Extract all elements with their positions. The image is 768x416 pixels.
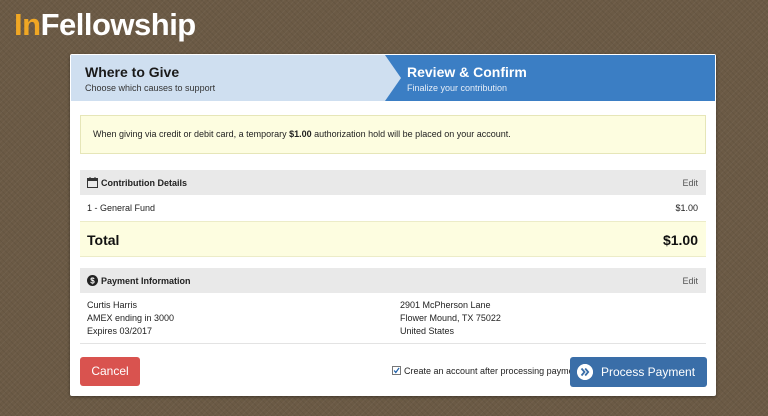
payer-details: Curtis Harris AMEX ending in 3000 Expire… <box>87 299 174 338</box>
billing-address: 2901 McPherson Lane Flower Mound, TX 750… <box>400 299 501 338</box>
total-amount: $1.00 <box>662 232 698 248</box>
total-label: Total <box>87 232 120 248</box>
payer-name: Curtis Harris <box>87 300 138 310</box>
total-row: Total $1.00 <box>80 221 706 257</box>
step-arrow <box>385 55 401 101</box>
payment-information-title: Payment Information <box>101 276 191 286</box>
contribution-details-title: Contribution Details <box>101 178 187 188</box>
fund-name: 1 - General Fund <box>87 203 156 213</box>
create-account-label[interactable]: Create an account after processing payme… <box>404 366 581 376</box>
divider <box>80 343 706 344</box>
authorization-notice: When giving via credit or debit card, a … <box>80 115 706 154</box>
address-line2: Flower Mound, TX 75022 <box>400 313 501 323</box>
edit-payment-link[interactable]: Edit <box>682 276 698 286</box>
create-account-checkbox[interactable] <box>392 366 401 375</box>
checkout-panel: Where to Give Choose which causes to sup… <box>70 54 716 396</box>
step-where-to-give-subtitle: Choose which causes to support <box>85 83 216 93</box>
contribution-details-header: Contribution Details Edit <box>80 170 706 195</box>
step-review-confirm-subtitle: Finalize your contribution <box>407 83 508 93</box>
step-progress: Where to Give Choose which causes to sup… <box>71 55 715 101</box>
address-line1: 2901 McPherson Lane <box>400 300 491 310</box>
card-info: AMEX ending in 3000 <box>87 313 175 323</box>
step-where-to-give-title: Where to Give <box>85 64 180 80</box>
fund-amount: $1.00 <box>675 203 698 213</box>
infellowship-logo: InFellowship <box>14 7 196 42</box>
payment-information-header: $ Payment Information Edit <box>80 268 706 293</box>
process-payment-label: Process Payment <box>601 365 696 379</box>
svg-text:$: $ <box>90 277 95 286</box>
dollar-coin-icon: $ <box>87 275 98 286</box>
address-country: United States <box>400 326 455 336</box>
step-review-confirm-title: Review & Confirm <box>407 64 527 80</box>
cancel-button[interactable]: Cancel <box>80 357 140 386</box>
double-chevron-right-icon <box>577 364 593 380</box>
process-payment-button[interactable]: Process Payment <box>570 357 707 387</box>
card-expiry: Expires 03/2017 <box>87 326 153 336</box>
calendar-icon <box>87 177 98 188</box>
edit-contribution-link[interactable]: Edit <box>682 178 698 188</box>
